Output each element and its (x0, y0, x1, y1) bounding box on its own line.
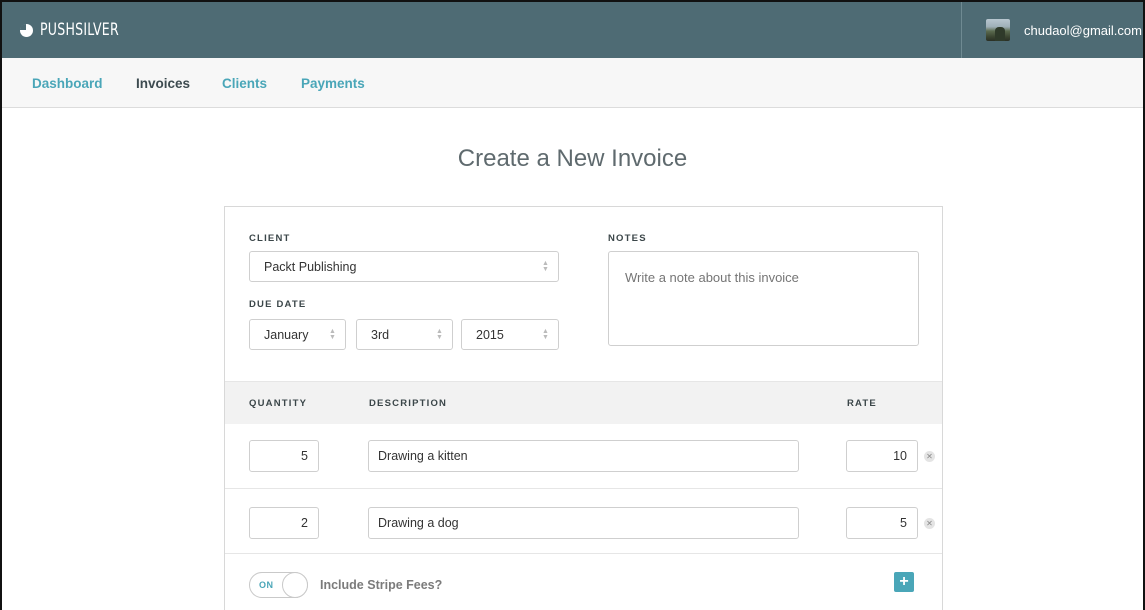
add-row-button[interactable]: + (894, 572, 914, 592)
select-arrows-icon: ▲ ▼ (542, 260, 549, 273)
user-menu[interactable]: chudaol@gmail.com (961, 2, 1143, 58)
select-arrows-icon: ▲ ▼ (542, 328, 549, 341)
due-day-value: 3rd (371, 327, 390, 342)
nav-item-dashboard[interactable]: Dashboard (32, 58, 103, 108)
client-label: CLIENT (249, 233, 291, 244)
brand-logo-icon (20, 23, 33, 37)
nav-item-clients[interactable]: Clients (222, 58, 267, 108)
table-row: 5 Drawing a kitten 10 ✕ (225, 424, 942, 489)
notes-label: NOTES (608, 233, 647, 244)
quantity-header: QUANTITY (249, 398, 308, 409)
plus-icon: + (899, 573, 909, 590)
client-select-value: Packt Publishing (264, 259, 357, 274)
description-header: DESCRIPTION (369, 398, 448, 409)
page-title: Create a New Invoice (457, 145, 688, 172)
rate-header: RATE (847, 398, 877, 409)
toggle-state-label: ON (259, 580, 274, 590)
app-window: PUSHSILVER chudaol@gmail.com Dashboard I… (0, 0, 1145, 610)
quantity-input[interactable]: 2 (249, 507, 319, 539)
due-date-label: DUE DATE (249, 299, 307, 310)
items-table-header: QUANTITY DESCRIPTION RATE (225, 381, 942, 424)
select-arrows-icon: ▲ ▼ (436, 328, 443, 341)
notes-field[interactable] (608, 251, 919, 346)
rate-input[interactable]: 5 (846, 507, 918, 539)
table-row: 2 Drawing a dog 5 ✕ (225, 489, 942, 554)
nav-item-invoices[interactable]: Invoices (136, 58, 190, 108)
stripe-fees-label: Include Stripe Fees? (320, 578, 443, 592)
nav-item-payments[interactable]: Payments (301, 58, 365, 108)
remove-row-icon[interactable]: ✕ (924, 451, 935, 462)
due-month-value: January (264, 327, 309, 342)
stripe-fees-toggle[interactable]: ON (249, 572, 308, 598)
main-nav: Dashboard Invoices Clients Payments (2, 58, 1143, 108)
remove-row-icon[interactable]: ✕ (924, 518, 935, 529)
toggle-knob (282, 572, 308, 598)
due-year-value: 2015 (476, 327, 504, 342)
brand-logo[interactable]: PUSHSILVER (20, 2, 136, 58)
select-arrows-icon: ▲ ▼ (329, 328, 336, 341)
client-select[interactable]: Packt Publishing ▲ ▼ (249, 251, 559, 282)
due-day-select[interactable]: 3rd ▲ ▼ (356, 319, 453, 350)
avatar (986, 19, 1010, 41)
description-input[interactable]: Drawing a kitten (368, 440, 799, 472)
invoice-options: ON Include Stripe Fees? + (225, 555, 942, 610)
quantity-input[interactable]: 5 (249, 440, 319, 472)
invoice-form: CLIENT Packt Publishing ▲ ▼ DUE DATE Janu… (224, 206, 943, 610)
due-year-select[interactable]: 2015 ▲ ▼ (461, 319, 559, 350)
user-email: chudaol@gmail.com (1024, 22, 1142, 38)
brand-name: PUSHSILVER (40, 20, 119, 40)
due-month-select[interactable]: January ▲ ▼ (249, 319, 346, 350)
top-bar: PUSHSILVER chudaol@gmail.com (2, 2, 1143, 58)
rate-input[interactable]: 10 (846, 440, 918, 472)
description-input[interactable]: Drawing a dog (368, 507, 799, 539)
